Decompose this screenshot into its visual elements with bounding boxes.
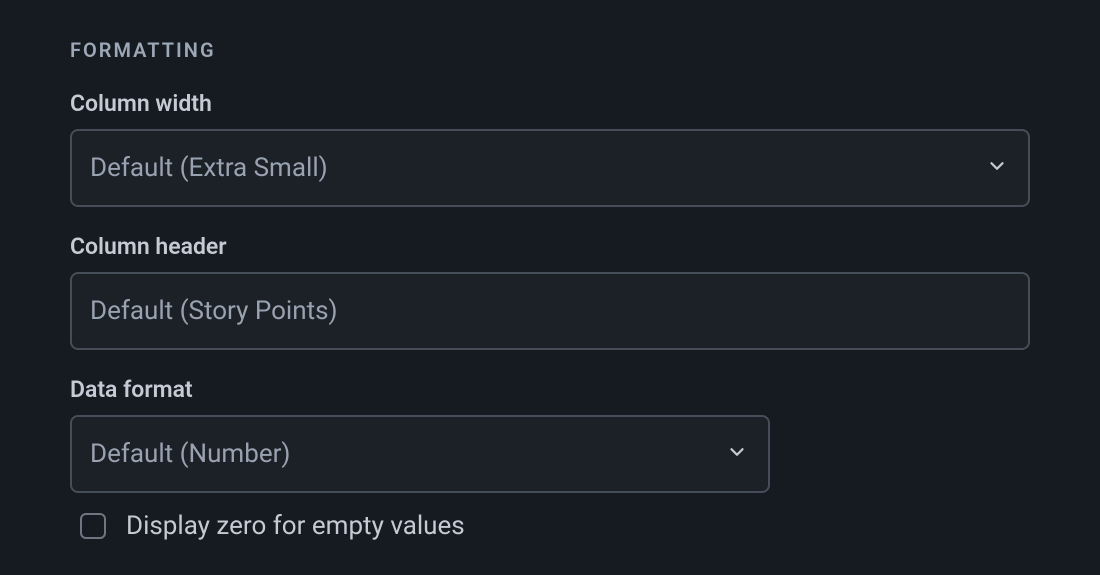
label-data-format: Data format (70, 376, 1030, 403)
label-column-width: Column width (70, 90, 1030, 117)
checkbox-label-display-zero[interactable]: Display zero for empty values (126, 511, 465, 541)
label-column-header: Column header (70, 233, 1030, 260)
section-header-formatting: FORMATTING (70, 38, 1030, 62)
field-group-column-header: Column header (70, 233, 1030, 350)
select-data-format[interactable]: Default (Number) (70, 415, 770, 493)
checkbox-row-display-zero: Display zero for empty values (70, 511, 1030, 541)
input-column-header[interactable] (70, 272, 1030, 350)
field-group-column-width: Column width Default (Extra Small) (70, 90, 1030, 207)
field-group-data-format: Data format Default (Number) Display zer… (70, 376, 1030, 541)
select-column-width[interactable]: Default (Extra Small) (70, 129, 1030, 207)
input-column-header-wrapper (70, 272, 1030, 350)
select-column-width-value[interactable]: Default (Extra Small) (70, 129, 1030, 207)
checkbox-display-zero[interactable] (80, 513, 106, 539)
select-data-format-value[interactable]: Default (Number) (70, 415, 770, 493)
